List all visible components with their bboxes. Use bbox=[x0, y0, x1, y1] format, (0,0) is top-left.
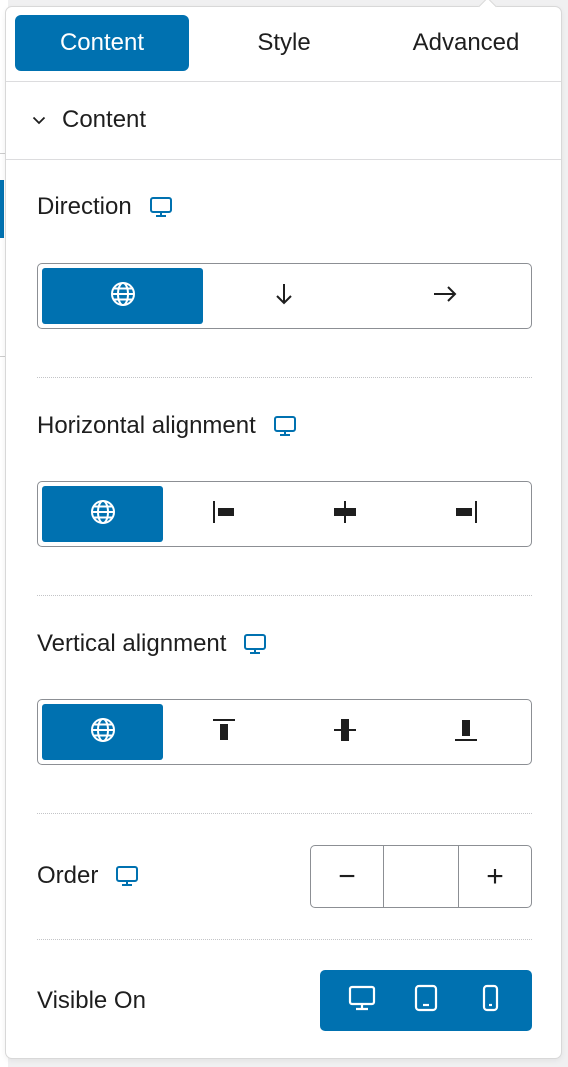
align-right-icon bbox=[452, 498, 480, 531]
vertical-alignment-control bbox=[37, 699, 532, 765]
align-top-icon bbox=[210, 716, 238, 749]
globe-icon bbox=[89, 716, 117, 749]
align-bottom-icon bbox=[452, 716, 480, 749]
vertical-alignment-label-row: Vertical alignment bbox=[37, 630, 268, 658]
arrow-down-icon bbox=[272, 280, 296, 313]
order-label-row: Order bbox=[37, 862, 140, 890]
separator bbox=[37, 595, 532, 596]
content-section-toggle[interactable]: Content bbox=[6, 81, 561, 160]
vertical-option-default[interactable] bbox=[42, 704, 163, 760]
separator bbox=[37, 377, 532, 378]
decrement-button[interactable]: − bbox=[311, 846, 383, 907]
horizontal-option-center[interactable] bbox=[284, 486, 405, 542]
increment-button[interactable]: + bbox=[459, 846, 531, 907]
vertical-option-middle[interactable] bbox=[284, 704, 405, 760]
visible-desktop-toggle[interactable] bbox=[342, 981, 382, 1021]
visible-on-control bbox=[320, 970, 532, 1031]
direction-label: Direction bbox=[37, 193, 132, 220]
order-stepper: − + bbox=[310, 845, 532, 908]
separator bbox=[37, 813, 532, 814]
desktop-icon[interactable] bbox=[242, 631, 268, 657]
horizontal-alignment-label: Horizontal alignment bbox=[37, 412, 256, 439]
desktop-icon bbox=[347, 983, 377, 1018]
tab-content[interactable]: Content bbox=[15, 15, 189, 71]
horizontal-option-right[interactable] bbox=[405, 486, 526, 542]
direction-option-default[interactable] bbox=[42, 268, 203, 324]
chevron-down-icon bbox=[32, 113, 46, 127]
horizontal-alignment-control bbox=[37, 481, 532, 547]
order-label: Order bbox=[37, 862, 99, 889]
align-left-icon bbox=[210, 498, 238, 531]
block-settings-panel: Content Style Advanced Content Direction bbox=[5, 0, 562, 1059]
tab-bar: Content Style Advanced bbox=[6, 7, 561, 82]
arrow-right-icon bbox=[431, 282, 459, 311]
visible-on-label-row: Visible On bbox=[37, 987, 146, 1015]
direction-option-horizontal[interactable] bbox=[364, 268, 525, 324]
background-active-indicator bbox=[0, 180, 4, 238]
desktop-icon[interactable] bbox=[114, 863, 140, 889]
horizontal-option-left[interactable] bbox=[163, 486, 284, 542]
direction-label-row: Direction bbox=[37, 193, 174, 221]
separator bbox=[37, 939, 532, 940]
vertical-option-bottom[interactable] bbox=[405, 704, 526, 760]
direction-control bbox=[37, 263, 532, 329]
align-center-icon bbox=[331, 498, 359, 531]
desktop-icon[interactable] bbox=[148, 194, 174, 220]
section-title: Content bbox=[62, 106, 147, 133]
visible-tablet-toggle[interactable] bbox=[406, 981, 446, 1021]
order-input[interactable] bbox=[383, 846, 459, 907]
tablet-icon bbox=[411, 983, 441, 1018]
align-middle-icon bbox=[331, 716, 359, 749]
tab-style[interactable]: Style bbox=[206, 15, 362, 71]
horizontal-alignment-label-row: Horizontal alignment bbox=[37, 412, 298, 440]
visible-mobile-toggle[interactable] bbox=[470, 981, 510, 1021]
vertical-alignment-label: Vertical alignment bbox=[37, 630, 227, 657]
globe-icon bbox=[109, 280, 137, 313]
horizontal-option-default[interactable] bbox=[42, 486, 163, 542]
visible-on-label: Visible On bbox=[37, 987, 146, 1014]
mobile-icon bbox=[475, 983, 505, 1018]
vertical-option-top[interactable] bbox=[163, 704, 284, 760]
direction-option-vertical[interactable] bbox=[203, 268, 364, 324]
tab-advanced[interactable]: Advanced bbox=[386, 15, 546, 71]
globe-icon bbox=[89, 498, 117, 531]
desktop-icon[interactable] bbox=[272, 413, 298, 439]
